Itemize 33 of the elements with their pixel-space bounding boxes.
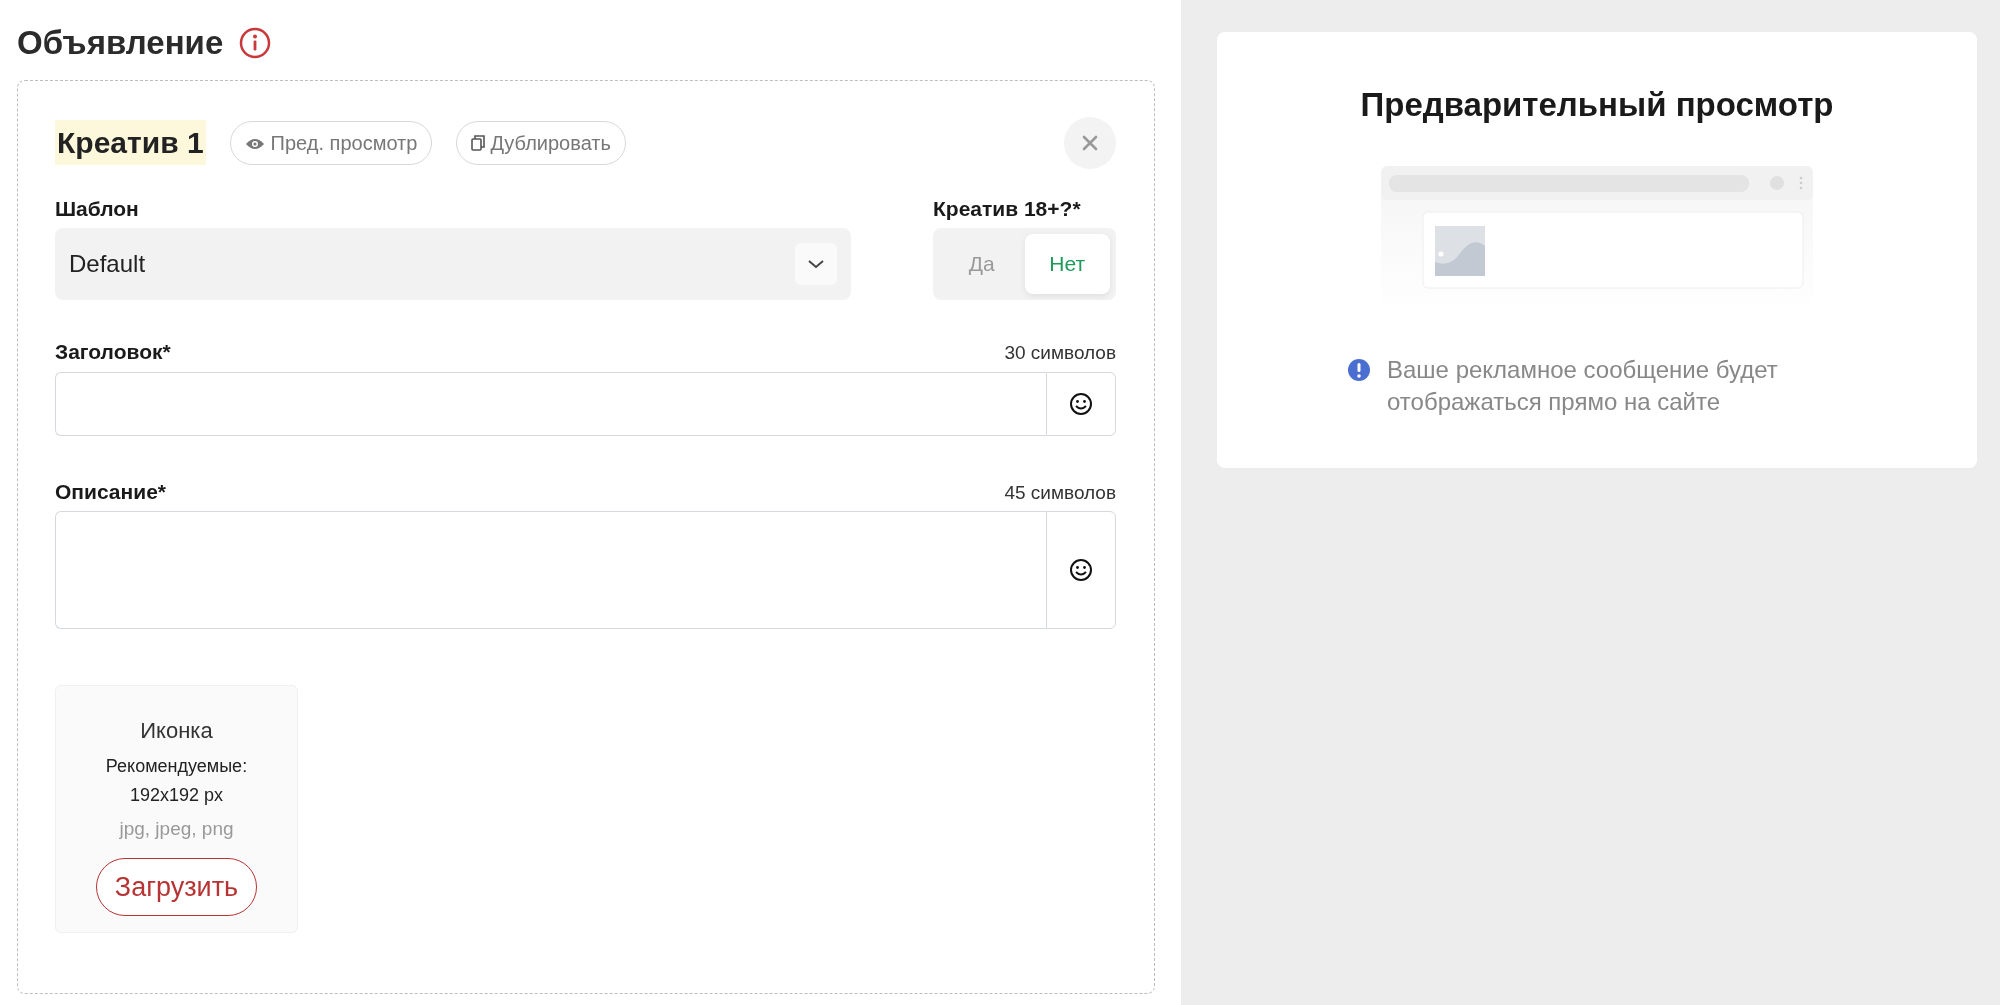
field-label: Шаблон: [55, 195, 140, 222]
copy-icon: [471, 134, 486, 151]
preview-button[interactable]: Пред. просмотр: [229, 120, 433, 165]
chevron-icon: [807, 259, 825, 269]
description-field[interactable]: [55, 511, 1046, 629]
preview-title: Предварительный просмотр: [1359, 85, 1835, 125]
toggle-option[interactable]: Нет: [1024, 234, 1110, 294]
select-value: Default: [69, 249, 146, 279]
smiley-icon: [1069, 558, 1093, 582]
alert-icon: [1347, 357, 1371, 382]
close-icon: [1082, 134, 1098, 151]
field-label: Креатив 18+?*: [933, 195, 1082, 222]
info-text: Ваше рекламное сообщение будет отображаться прямо на сайте: [1387, 354, 1779, 417]
upload-formats: jpg, jpeg, png: [118, 817, 235, 841]
upload-button[interactable]: Загрузить: [95, 857, 258, 916]
duplicate-button[interactable]: Дублировать: [456, 120, 626, 165]
smiley-icon: [1069, 391, 1093, 416]
toggle-option[interactable]: Да: [939, 234, 1025, 294]
upload-size: 192x192 px: [128, 784, 225, 807]
eye-icon: [244, 136, 265, 151]
dropdown-button[interactable]: [795, 243, 837, 285]
char-counter: 45 символов: [1004, 480, 1116, 505]
emoji-button[interactable]: [1046, 371, 1116, 436]
info-icon[interactable]: [239, 26, 272, 59]
upload-title: Иконка: [139, 717, 214, 745]
creative-title: Креатив 1: [55, 120, 206, 165]
field-label: Описание*: [55, 478, 166, 505]
section-title: Объявление: [17, 23, 224, 63]
title-field[interactable]: [55, 371, 1046, 436]
template-select[interactable]: Default: [55, 228, 851, 300]
char-counter: 30 символов: [1004, 341, 1116, 365]
field-label: Заголовок*: [55, 339, 171, 365]
upload-hint: Рекомендуемые:: [104, 755, 249, 778]
